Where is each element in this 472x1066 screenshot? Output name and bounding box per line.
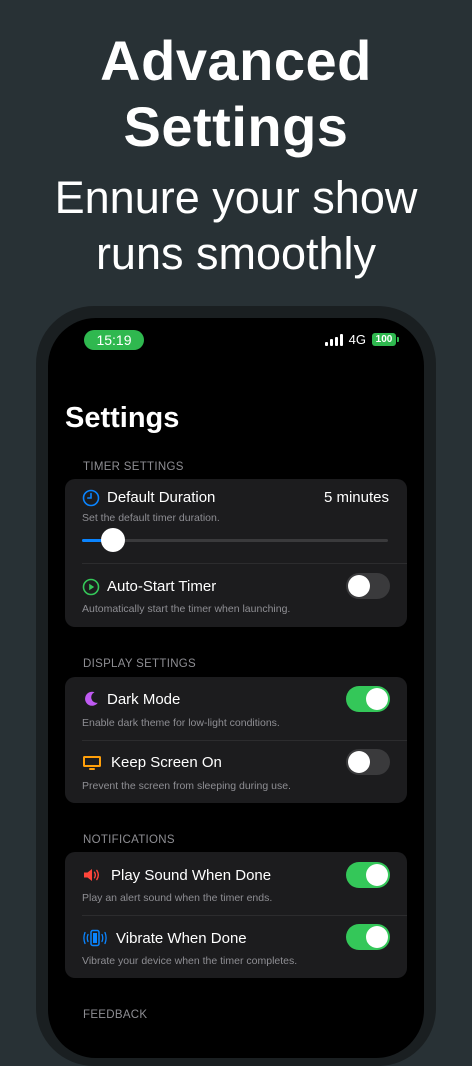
timer-settings-card: Default Duration 5 minutes Set the defau…: [65, 479, 407, 627]
section-label-notifications: NOTIFICATIONS: [83, 834, 175, 846]
phone-screen: 15:19 4G 100 Settings TIMER SETTINGS Def…: [48, 318, 424, 1058]
play-sound-label: Play Sound When Done: [111, 867, 272, 884]
speaker-icon: [84, 869, 99, 881]
play-sound-description: Play an alert sound when the timer ends.: [82, 892, 273, 904]
toggle-knob: [348, 751, 370, 773]
keep-screen-on-row: Keep Screen On Prevent the screen from s…: [65, 740, 407, 803]
display-settings-card: Dark Mode Enable dark theme for low-ligh…: [65, 677, 407, 803]
dark-mode-description: Enable dark theme for low-light conditio…: [82, 717, 280, 729]
default-duration-label: Default Duration: [107, 489, 216, 506]
clock-icon: [82, 489, 100, 507]
default-duration-row: Default Duration 5 minutes Set the defau…: [65, 479, 407, 563]
promo-subtitle-line1: Ennure your show: [54, 172, 418, 223]
default-duration-description: Set the default timer duration.: [82, 512, 220, 524]
play-sound-toggle[interactable]: [346, 862, 390, 888]
page-title: Settings: [65, 402, 180, 434]
auto-start-toggle[interactable]: [346, 573, 390, 599]
dark-mode-label: Dark Mode: [107, 691, 181, 708]
cellular-signal-icon: [324, 333, 343, 346]
default-duration-value: 5 minutes: [323, 489, 389, 506]
keep-screen-on-toggle[interactable]: [346, 749, 390, 775]
vibrate-row: Vibrate When Done Vibrate your device wh…: [65, 915, 407, 978]
keep-screen-on-label: Keep Screen On: [111, 754, 222, 771]
section-label-feedback: FEEDBACK: [83, 1009, 148, 1021]
toggle-knob: [348, 575, 370, 597]
section-label-display: DISPLAY SETTINGS: [83, 658, 197, 670]
vibrate-label: Vibrate When Done: [116, 930, 247, 947]
toggle-knob: [366, 926, 388, 948]
vibrate-toggle[interactable]: [346, 924, 390, 950]
dark-mode-toggle[interactable]: [346, 686, 390, 712]
keep-screen-on-description: Prevent the screen from sleeping during …: [82, 780, 291, 792]
vibrate-phone-icon: [83, 929, 107, 947]
section-label-timer: TIMER SETTINGS: [83, 461, 184, 473]
duration-slider[interactable]: [82, 528, 388, 552]
status-time: 15:19: [84, 330, 144, 350]
toggle-knob: [366, 864, 388, 886]
toggle-knob: [366, 688, 388, 710]
display-icon: [83, 756, 101, 770]
promo-subtitle-line2: runs smoothly: [95, 228, 377, 279]
network-type: 4G: [348, 332, 366, 347]
dark-mode-row: Dark Mode Enable dark theme for low-ligh…: [65, 677, 407, 740]
battery-icon: 100: [372, 333, 399, 346]
auto-start-row: Auto-Start Timer Automatically start the…: [65, 563, 407, 627]
promo-title-line1: Advanced: [100, 29, 372, 92]
notifications-card: Play Sound When Done Play an alert sound…: [65, 852, 407, 978]
promo-title: Advanced Settings: [0, 28, 472, 160]
promo-subtitle: Ennure your show runs smoothly: [0, 170, 472, 282]
moon-icon: [85, 691, 98, 706]
play-sound-row: Play Sound When Done Play an alert sound…: [65, 852, 407, 915]
play-circle-icon: [82, 578, 100, 596]
promo-title-line2: Settings: [123, 95, 349, 158]
vibrate-description: Vibrate your device when the timer compl…: [82, 955, 298, 967]
duration-slider-thumb[interactable]: [100, 528, 125, 552]
auto-start-label: Auto-Start Timer: [107, 578, 217, 595]
status-bar-right: 4G 100: [324, 332, 399, 347]
auto-start-description: Automatically start the timer when launc…: [82, 603, 291, 615]
